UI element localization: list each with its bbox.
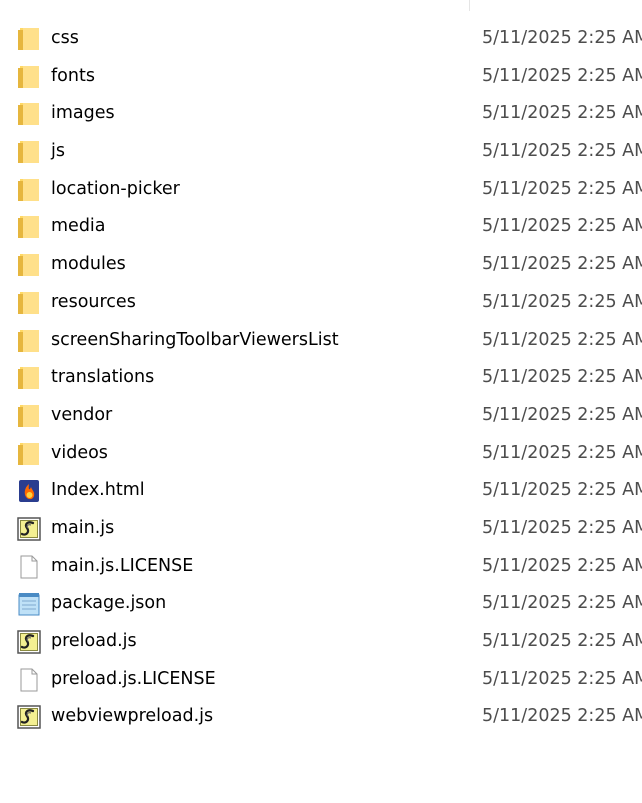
file-date-modified: 5/11/2025 2:25 AM bbox=[482, 517, 642, 538]
folder-icon bbox=[16, 101, 42, 127]
file-row[interactable]: js 5/11/2025 2:25 AM bbox=[0, 133, 642, 171]
file-row[interactable]: main.js.LICENSE 5/11/2025 2:25 AM bbox=[0, 548, 642, 586]
file-name: vendor bbox=[51, 404, 113, 425]
file-date-modified: 5/11/2025 2:25 AM bbox=[482, 367, 642, 388]
folder-icon bbox=[16, 290, 42, 316]
file-name: translations bbox=[51, 367, 155, 388]
html-file-icon bbox=[16, 478, 42, 504]
file-date-modified: 5/11/2025 2:25 AM bbox=[482, 178, 642, 199]
folder-icon bbox=[16, 441, 42, 467]
file-row[interactable]: media 5/11/2025 2:25 AM bbox=[0, 208, 642, 246]
file-date-modified: 5/11/2025 2:25 AM bbox=[482, 631, 642, 651]
notepad-file-icon bbox=[16, 591, 42, 617]
folder-icon bbox=[16, 64, 42, 90]
file-name: media bbox=[51, 216, 106, 237]
file-name: preload.js bbox=[51, 631, 137, 651]
file-name: fonts bbox=[51, 65, 95, 86]
folder-icon bbox=[16, 328, 42, 354]
blank-file-icon bbox=[16, 554, 42, 580]
folder-icon bbox=[16, 214, 42, 240]
file-date-modified: 5/11/2025 2:25 AM bbox=[482, 291, 642, 312]
file-row[interactable]: fonts 5/11/2025 2:25 AM bbox=[0, 58, 642, 96]
folder-icon bbox=[16, 403, 42, 429]
column-header-divider[interactable] bbox=[469, 0, 470, 11]
file-name: modules bbox=[51, 254, 126, 275]
js-script-icon bbox=[16, 629, 42, 655]
file-date-modified: 5/11/2025 2:25 AM bbox=[482, 404, 642, 425]
file-name: preload.js.LICENSE bbox=[51, 668, 216, 689]
file-date-modified: 5/11/2025 2:25 AM bbox=[482, 65, 642, 86]
file-row[interactable]: package.json 5/11/2025 2:25 AM bbox=[0, 585, 642, 623]
file-row[interactable]: preload.js 5/11/2025 2:25 AM bbox=[0, 623, 642, 661]
file-name: main.js.LICENSE bbox=[51, 555, 194, 576]
file-row[interactable]: videos 5/11/2025 2:25 AM bbox=[0, 435, 642, 473]
file-name: screenSharingToolbarViewersList bbox=[51, 329, 339, 350]
file-date-modified: 5/11/2025 2:25 AM bbox=[482, 216, 642, 237]
file-date-modified: 5/11/2025 2:25 AM bbox=[482, 593, 642, 614]
file-date-modified: 5/11/2025 2:25 AM bbox=[482, 668, 642, 689]
file-list: css 5/11/2025 2:25 AM fonts 5/11/2025 2:… bbox=[0, 20, 642, 736]
file-name: Index.html bbox=[51, 480, 145, 501]
file-name: css bbox=[51, 28, 79, 48]
file-row[interactable]: images 5/11/2025 2:25 AM bbox=[0, 95, 642, 133]
file-name: resources bbox=[51, 291, 136, 312]
file-row[interactable]: modules 5/11/2025 2:25 AM bbox=[0, 246, 642, 284]
file-date-modified: 5/11/2025 2:25 AM bbox=[482, 555, 642, 576]
js-script-icon bbox=[16, 704, 42, 730]
file-date-modified: 5/11/2025 2:25 AM bbox=[482, 103, 642, 124]
folder-icon bbox=[16, 139, 42, 165]
file-name: package.json bbox=[51, 593, 167, 614]
file-date-modified: 5/11/2025 2:25 AM bbox=[482, 329, 642, 350]
file-row[interactable]: location-picker 5/11/2025 2:25 AM bbox=[0, 171, 642, 209]
folder-icon bbox=[16, 365, 42, 391]
file-date-modified: 5/11/2025 2:25 AM bbox=[482, 28, 642, 48]
file-row[interactable]: preload.js.LICENSE 5/11/2025 2:25 AM bbox=[0, 661, 642, 699]
file-row[interactable]: main.js 5/11/2025 2:25 AM bbox=[0, 510, 642, 548]
file-date-modified: 5/11/2025 2:25 AM bbox=[482, 442, 642, 463]
file-row[interactable]: resources 5/11/2025 2:25 AM bbox=[0, 284, 642, 322]
file-date-modified: 5/11/2025 2:25 AM bbox=[482, 141, 642, 162]
blank-file-icon bbox=[16, 667, 42, 693]
file-name: webviewpreload.js bbox=[51, 706, 214, 727]
file-date-modified: 5/11/2025 2:25 AM bbox=[482, 706, 642, 727]
file-row[interactable]: screenSharingToolbarViewersList 5/11/202… bbox=[0, 322, 642, 360]
file-row[interactable]: translations 5/11/2025 2:25 AM bbox=[0, 359, 642, 397]
file-name: images bbox=[51, 103, 115, 124]
file-row[interactable]: Index.html 5/11/2025 2:25 AM bbox=[0, 472, 642, 510]
file-date-modified: 5/11/2025 2:25 AM bbox=[482, 480, 642, 501]
file-name: videos bbox=[51, 442, 108, 463]
file-row[interactable]: vendor 5/11/2025 2:25 AM bbox=[0, 397, 642, 435]
file-row[interactable]: css 5/11/2025 2:25 AM bbox=[0, 20, 642, 58]
file-date-modified: 5/11/2025 2:25 AM bbox=[482, 254, 642, 275]
file-row[interactable]: webviewpreload.js 5/11/2025 2:25 AM bbox=[0, 698, 642, 736]
file-name: js bbox=[51, 141, 65, 162]
folder-icon bbox=[16, 26, 42, 52]
js-script-icon bbox=[16, 516, 42, 542]
file-name: main.js bbox=[51, 517, 115, 538]
folder-icon bbox=[16, 177, 42, 203]
file-name: location-picker bbox=[51, 178, 180, 199]
folder-icon bbox=[16, 252, 42, 278]
